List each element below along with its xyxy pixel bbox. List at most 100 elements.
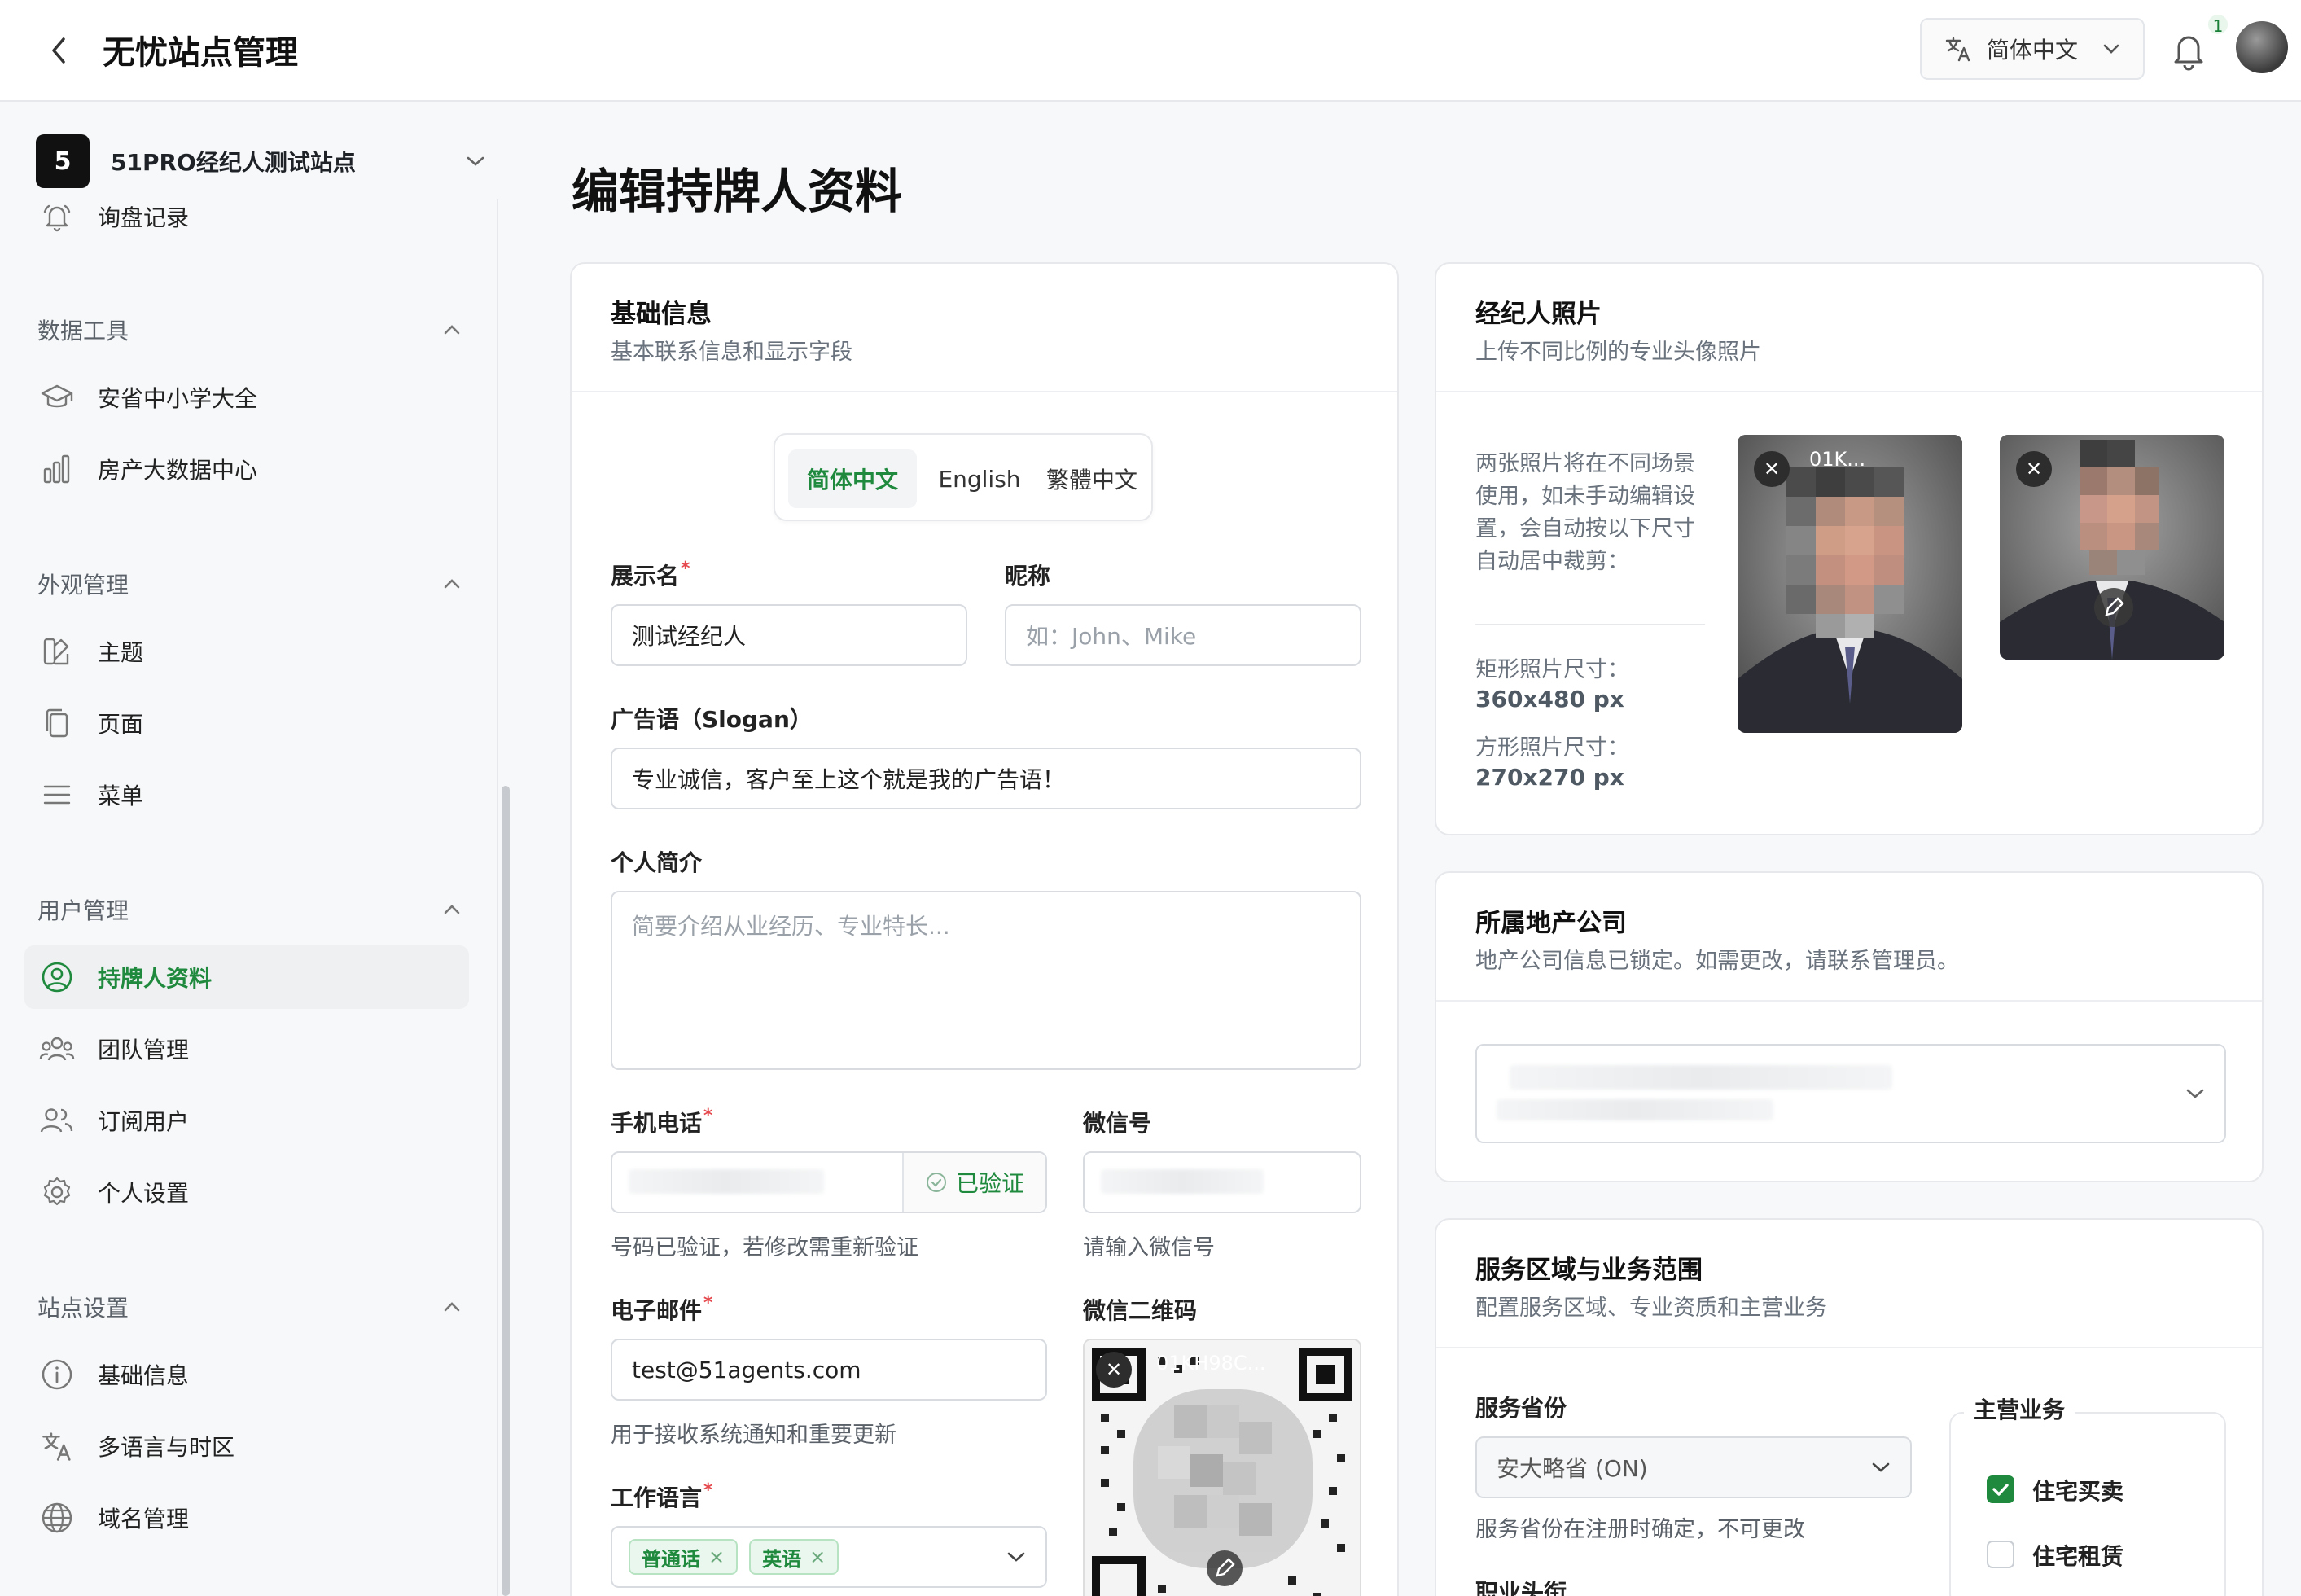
sidebar-item-personal-settings[interactable]: 个人设置 [24,1160,469,1224]
required-mark: * [703,1106,713,1126]
display-name-input[interactable]: 测试经纪人 [611,604,967,666]
tab-traditional-chinese[interactable]: 繁體中文 [1042,449,1142,508]
sidebar-item-basic-info[interactable]: 基础信息 [24,1343,469,1406]
sidebar-item-label: 团队管理 [98,1037,190,1063]
tab-english[interactable]: English [918,449,1041,508]
business-label: 主营业务 [1964,1392,2075,1425]
team-icon [39,1031,75,1067]
site-switcher[interactable]: 5 51PRO经纪人测试站点 [36,134,485,188]
bio-textarea[interactable]: 简要介绍从业经历、专业特长... [611,891,1361,1070]
province-label: 服务省份 [1475,1395,1567,1422]
sidebar-item-domain[interactable]: 域名管理 [24,1486,469,1550]
rect-photo[interactable]: ✕ 01K... [1738,435,1962,733]
card-header: 服务区域与业务范围 配置服务区域、专业资质和主营业务 [1436,1220,2262,1348]
sidebar-scrollbar[interactable] [502,786,510,1596]
redacted-company-detail [1497,1099,1773,1120]
menu-lines-icon [39,777,75,813]
residential-rental-checkbox[interactable] [1987,1541,2014,1568]
sidebar-item-language-timezone[interactable]: 多语言与时区 [24,1414,469,1478]
card-description: 地产公司信息已锁定。如需更改，请联系管理员。 [1475,949,1959,974]
phone-verified-badge: 已验证 [902,1153,1045,1212]
sidebar-item-pages[interactable]: 页面 [24,691,469,755]
sidebar-item-inquiries[interactable]: 询盘记录 [24,185,469,248]
label-text: 手机电话 [611,1110,703,1137]
verified-label: 已验证 [955,1170,1024,1197]
chevron-up-icon [444,579,460,589]
divider [1475,624,1705,625]
wechat-help-text: 请输入微信号 [1083,1235,1215,1261]
language-select[interactable]: 简体中文 [1920,18,2145,80]
check-icon [1992,1484,2009,1496]
sidebar-item-schools[interactable]: 安省中小学大全 [24,366,469,429]
email-help-text: 用于接收系统通知和重要更新 [611,1423,896,1448]
section-label: 数据工具 [37,318,129,344]
wechat-qr-image[interactable]: ✕ 01KH98C... [1083,1339,1361,1596]
redacted-company-name [1510,1065,1892,1090]
rect-size-label: 矩形照片尺寸： [1475,657,1629,682]
language-tabs: 简体中文 English 繁體中文 [774,433,1153,521]
sidebar-item-label: 个人设置 [98,1180,190,1207]
email-input[interactable]: test@51agents.com [611,1339,1047,1401]
wechat-label: 微信号 [1083,1110,1152,1137]
page-title: 编辑持牌人资料 [572,164,903,219]
residential-rental-label: 住宅租赁 [2032,1543,2124,1570]
tag-label: 英语 [762,1547,802,1571]
section-user-management[interactable]: 用户管理 [37,893,461,926]
sidebar-item-team[interactable]: 团队管理 [24,1017,469,1081]
province-help-text: 服务省份在注册时确定，不可更改 [1475,1517,1805,1542]
sidebar-item-license-profile[interactable]: 持牌人资料 [24,945,469,1009]
sidebar-item-theme[interactable]: 主题 [24,620,469,683]
phone-input[interactable]: 已验证 [611,1151,1047,1213]
slogan-input[interactable]: 专业诚信，客户至上这个就是我的广告语！ [611,748,1361,809]
phone-label: 手机电话* [611,1106,713,1138]
work-language-select[interactable]: 普通话 × 英语 × [611,1526,1047,1588]
sidebar-item-subscribers[interactable]: 订阅用户 [24,1089,469,1152]
section-site-settings[interactable]: 站点设置 [37,1291,461,1323]
sidebar-item-label: 菜单 [98,783,144,809]
chevron-down-icon [467,156,484,166]
residential-sale-checkbox[interactable] [1987,1475,2014,1503]
square-size-label: 方形照片尺寸： [1475,735,1629,761]
square-photo[interactable]: ✕ [2000,435,2224,660]
residential-sale-label: 住宅买卖 [2032,1478,2124,1505]
user-avatar[interactable] [2236,21,2288,73]
label-text: 工作语言 [611,1484,703,1511]
card-title: 基础信息 [611,300,712,329]
back-button[interactable] [39,31,78,70]
card-header: 基础信息 基本联系信息和显示字段 [572,264,1397,392]
province-select[interactable]: 安大略省 (ON) [1475,1436,1912,1498]
remove-tag-icon[interactable]: × [809,1546,826,1568]
basic-info-card: 基础信息 基本联系信息和显示字段 简体中文 English 繁體中文 展示名* … [570,262,1399,1596]
square-size-value: 270x270 px [1475,764,1624,791]
graduation-cap-icon [39,379,75,415]
palette-icon [39,634,75,669]
tab-simplified-chinese[interactable]: 简体中文 [788,449,917,508]
copy-pages-icon [39,705,75,741]
remove-qr-button[interactable]: ✕ [1096,1352,1132,1388]
wechat-qr-label: 微信二维码 [1083,1297,1198,1324]
card-header: 所属地产公司 地产公司信息已锁定。如需更改，请联系管理员。 [1436,873,2262,1002]
wechat-input[interactable] [1083,1151,1361,1213]
sidebar-item-real-estate-data[interactable]: 房产大数据中心 [24,437,469,501]
users-icon [39,1103,75,1138]
nickname-input[interactable]: 如：John、Mike [1005,604,1361,666]
photo-crop-note: 两张照片将在不同场景使用，如未手动编辑设置，会自动按以下尺寸自动居中裁剪： [1475,451,1695,574]
bell-icon [2174,36,2203,71]
remove-square-photo-button[interactable]: ✕ [2016,451,2052,487]
redacted-wechat [1101,1169,1264,1194]
gear-icon [39,1174,75,1210]
company-select[interactable] [1475,1044,2226,1143]
section-data-tools[interactable]: 数据工具 [37,314,461,346]
qr-file-name: 01KH98C... [1156,1352,1266,1375]
section-label: 外观管理 [37,572,129,598]
site-name: 51PRO经纪人测试站点 [111,149,356,176]
section-appearance[interactable]: 外观管理 [37,568,461,600]
sidebar-item-menu[interactable]: 菜单 [24,763,469,826]
company-card: 所属地产公司 地产公司信息已锁定。如需更改，请联系管理员。 [1435,871,2264,1182]
notifications-button[interactable] [2169,29,2208,72]
remove-tag-icon[interactable]: × [708,1546,725,1568]
sidebar-item-label: 安省中小学大全 [98,385,258,412]
sidebar-item-label: 页面 [98,711,144,738]
language-tag: 普通话 × [629,1539,739,1575]
remove-rect-photo-button[interactable]: ✕ [1754,451,1790,487]
